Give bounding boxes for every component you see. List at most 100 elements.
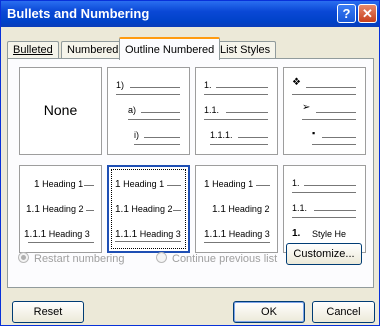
level-3-label: 1. [292,228,301,239]
level-1-label: 1. [204,80,212,90]
heading-text: Heading 1 [123,179,165,189]
tab-bulleted[interactable]: Bulleted [7,41,59,59]
tab-label: Numbered [67,44,119,56]
line [134,144,180,145]
line [167,185,181,186]
heading-1-row: 1 Heading 1 [115,179,164,190]
level-3-label: 1.1.1. [210,130,233,140]
tab-panel: None 1) a) i) 1. 1.1. 1.1.1. ❖ ➢ ▪ 1 Hea… [7,58,374,288]
heading-text: Heading 1 [42,179,84,189]
heading-text: Heading 2 [228,204,270,214]
style-heading-text: Style He [312,229,347,239]
reset-button[interactable]: Reset [12,301,84,323]
line [210,144,268,145]
heading-3-row: 1.1.1 Heading 3 [115,229,181,240]
window-title: Bullets and Numbering [7,6,150,21]
line [128,119,180,120]
ok-button[interactable]: OK [233,301,305,323]
line [204,242,270,243]
line [144,137,180,138]
heading-2-row: 1.1 Heading 2 [212,204,269,215]
square-bullet-icon: ▪ [312,128,316,138]
line [306,87,356,88]
none-label: None [43,102,78,118]
radio-icon [18,252,29,263]
outline-gallery: None 1) a) i) 1. 1.1. 1.1.1. ❖ ➢ ▪ 1 Hea… [19,67,367,253]
line [312,144,356,145]
line [238,137,268,138]
level-1-label: 1. [292,178,300,188]
tab-label: List Styles [220,44,271,56]
num: 1.1.1 [24,229,47,240]
level-1-label: 1) [116,80,125,90]
arrow-bullet-icon: ➢ [302,102,311,113]
continue-list-option: Continue previous list [156,252,277,265]
heading-text: Heading 2 [131,204,173,214]
num: 1.1.1 [115,229,138,240]
tab-list-styles[interactable]: List Styles [214,41,277,59]
heading-1-row: 1 Heading 1 [34,179,83,190]
heading-text: Heading 3 [48,229,90,239]
help-icon[interactable]: ? [337,4,356,23]
radio-icon [156,252,167,263]
heading-3-row: 1.1.1 Heading 3 [24,229,90,240]
num: 1.1.1 [204,229,227,240]
line [86,210,94,211]
customize-button[interactable]: Customize... [286,243,362,265]
gallery-cell-decimal[interactable]: 1. 1.1. 1.1.1. [195,67,278,155]
heading-3-row: 1.1.1 Heading 3 [204,229,270,240]
line [116,94,180,95]
num: 1 [115,179,121,190]
cancel-button[interactable]: Cancel [312,301,375,323]
diamond-bullet-icon: ❖ [292,77,301,88]
tab-numbered[interactable]: Numbered [61,41,125,59]
heading-text: Heading 3 [228,229,270,239]
line [292,192,356,193]
num: 1 [204,179,210,190]
num: 1 [34,179,40,190]
gallery-cell-heading-a[interactable]: 1 Heading 1 1.1 Heading 2 1.1.1 Heading … [19,165,102,253]
line [173,210,181,211]
line [204,94,268,95]
heading-text: Heading 1 [212,179,254,189]
line [226,112,268,113]
gallery-cell-heading-b-selected[interactable]: 1 Heading 1 1.1 Heading 2 1.1.1 Heading … [107,165,190,253]
num: 1.1 [26,204,40,215]
tab-label: Outline Numbered [125,44,215,56]
title-bar: Bullets and Numbering ? ✕ [1,1,379,27]
line [322,137,356,138]
line [204,119,268,120]
gallery-cell-none[interactable]: None [19,67,102,155]
heading-text: Heading 3 [139,229,181,239]
line [141,112,180,113]
heading-2-row: 1.1 Heading 2 [26,204,83,215]
line [130,87,180,88]
close-icon[interactable]: ✕ [358,4,377,23]
heading-text: Heading 2 [42,204,84,214]
restart-numbering-option: Restart numbering [18,252,125,265]
level-2-label: 1.1. [292,203,308,213]
gallery-cell-heading-c[interactable]: 1 Heading 1 1.1 Heading 2 1.1.1 Heading … [195,165,278,253]
tab-label: Bulleted [13,44,53,56]
gallery-cell-paren[interactable]: 1) a) i) [107,67,190,155]
line [302,119,356,120]
line [216,87,268,88]
line [28,242,94,243]
line [316,112,356,113]
line [84,185,94,186]
line [115,241,181,242]
line [314,210,356,211]
tab-outline-numbered[interactable]: Outline Numbered [119,37,221,60]
heading-1-row: 1 Heading 1 [204,179,253,190]
continue-label: Continue previous list [172,253,278,265]
level-2-label: a) [128,105,137,115]
gallery-cell-bullets[interactable]: ❖ ➢ ▪ [283,67,366,155]
line [292,217,356,218]
restart-label: Restart numbering [34,253,125,265]
heading-2-row: 1.1 Heading 2 [115,204,172,215]
num: 1.1 [115,204,129,215]
bullets-numbering-dialog: Bullets and Numbering ? ✕ Bulleted Numbe… [0,0,380,326]
line [256,185,270,186]
gallery-cell-style[interactable]: 1. 1.1. 1. Style He [283,165,366,253]
line [292,94,356,95]
